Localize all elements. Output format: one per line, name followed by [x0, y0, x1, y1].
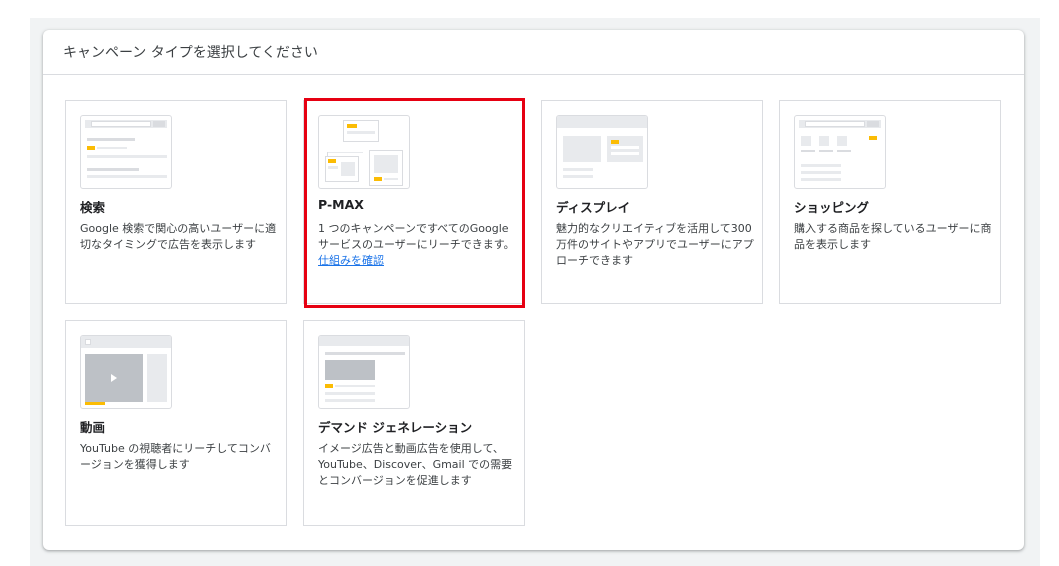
card-title: 検索: [80, 200, 106, 215]
video-illustration-icon: [80, 335, 172, 409]
card-title: ディスプレイ: [556, 200, 631, 215]
display-illustration-icon: [556, 115, 648, 189]
card-title: デマンド ジェネレーション: [318, 420, 473, 435]
campaign-card-video[interactable]: 動画 YouTube の視聴者にリーチしてコンバージョンを獲得します: [65, 320, 287, 526]
card-title: 動画: [80, 420, 106, 435]
card-description: 魅力的なクリエイティブを活用して300 万件のサイトやアプリでユーザーにアプロー…: [556, 222, 754, 267]
campaign-card-shopping[interactable]: ショッピング 購入する商品を探しているユーザーに商品を表示します: [779, 100, 1001, 304]
search-illustration-icon: [80, 115, 172, 189]
campaign-card-demand-gen[interactable]: デマンド ジェネレーション イメージ広告と動画広告を使用して、YouTube、D…: [303, 320, 525, 526]
card-description: 1 つのキャンペーンですべてのGoogle サービスのユーザーにリーチできます。…: [318, 222, 515, 267]
card-description: Google 検索で関心の高いユーザーに適切なタイミングで広告を表示します: [80, 222, 277, 251]
card-description: YouTube の視聴者にリーチしてコンバージョンを獲得します: [80, 442, 271, 471]
card-description: イメージ広告と動画広告を使用して、YouTube、Discover、Gmail …: [318, 442, 513, 487]
campaign-card-pmax[interactable]: P-MAX 1 つのキャンペーンですべてのGoogle サービスのユーザーにリー…: [303, 100, 525, 304]
card-description: 購入する商品を探しているユーザーに商品を表示します: [794, 222, 992, 251]
pmax-illustration-icon: [318, 115, 410, 189]
demand-gen-illustration-icon: [318, 335, 410, 409]
campaign-card-display[interactable]: ディスプレイ 魅力的なクリエイティブを活用して300 万件のサイトやアプリでユー…: [541, 100, 763, 304]
card-title: ショッピング: [794, 200, 870, 215]
panel-title: キャンペーン タイプを選択してください: [43, 30, 1024, 75]
learn-more-link[interactable]: 仕組みを確認: [318, 254, 384, 267]
shopping-illustration-icon: [794, 115, 886, 189]
campaign-card-search[interactable]: 検索 Google 検索で関心の高いユーザーに適切なタイミングで広告を表示します: [65, 100, 287, 304]
card-title: P-MAX: [318, 197, 364, 212]
